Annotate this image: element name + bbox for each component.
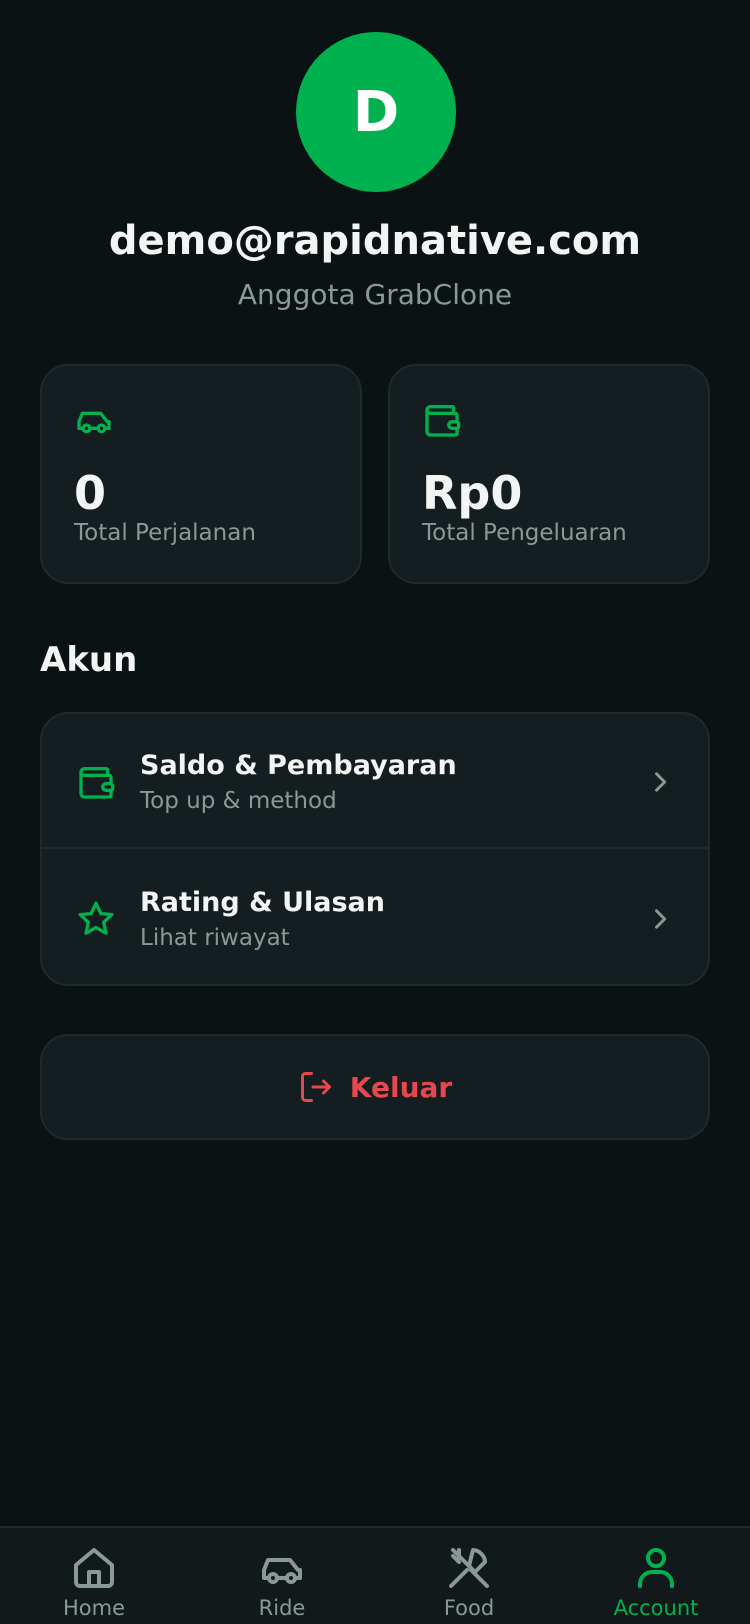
menu-item-rating-review[interactable]: Rating & Ulasan Lihat riwayat (42, 851, 708, 984)
nav-label: Home (62, 1596, 125, 1620)
chevron-right-icon (655, 909, 667, 929)
stat-label: Total Pengeluaran (422, 520, 627, 546)
menu-item-subtitle: Lihat riwayat (140, 925, 290, 951)
stat-label: Total Perjalanan (74, 520, 256, 546)
nav-item-ride[interactable]: Ride (188, 1528, 376, 1624)
car-icon (77, 411, 111, 434)
stat-card-spending: Rp0 Total Pengeluaran (388, 364, 710, 584)
section-title-account: Akun (40, 640, 138, 680)
profile-email: demo@rapidnative.com (108, 218, 642, 264)
user-icon (638, 1548, 674, 1588)
wallet-icon (425, 405, 461, 437)
nav-label: Account (613, 1596, 699, 1620)
account-screen: D demo@rapidnative.com Anggota GrabClone… (0, 0, 750, 1624)
menu-item-balance-payment[interactable]: Saldo & Pembayaran Top up & method (42, 714, 708, 849)
home-icon (74, 1548, 114, 1588)
star-icon (78, 901, 114, 935)
utensils-icon (449, 1548, 489, 1588)
account-menu: Saldo & Pembayaran Top up & method Ratin… (40, 712, 710, 986)
nav-label: Ride (258, 1596, 306, 1620)
nav-item-home[interactable]: Home (0, 1528, 188, 1624)
stat-value: Rp0 (422, 466, 523, 520)
avatar: D (296, 32, 456, 192)
logout-button[interactable]: Keluar (40, 1034, 710, 1140)
logout-icon (300, 1072, 331, 1102)
nav-label: Food (443, 1596, 495, 1620)
menu-item-title: Saldo & Pembayaran (140, 750, 457, 781)
avatar-initial: D (352, 79, 400, 145)
logout-label: Keluar (349, 1070, 453, 1104)
menu-item-title: Rating & Ulasan (140, 887, 385, 918)
menu-item-subtitle: Top up & method (140, 788, 337, 814)
nav-item-account[interactable]: Account (562, 1528, 750, 1624)
membership-label: Anggota GrabClone (237, 278, 513, 311)
nav-item-food[interactable]: Food (375, 1528, 563, 1624)
chevron-right-icon (655, 772, 667, 792)
car-icon (262, 1558, 302, 1584)
stat-card-trips: 0 Total Perjalanan (40, 364, 362, 584)
stat-value: 0 (74, 466, 107, 520)
bottom-nav: Home Ride Food Account (0, 1526, 750, 1624)
wallet-icon (79, 767, 115, 799)
